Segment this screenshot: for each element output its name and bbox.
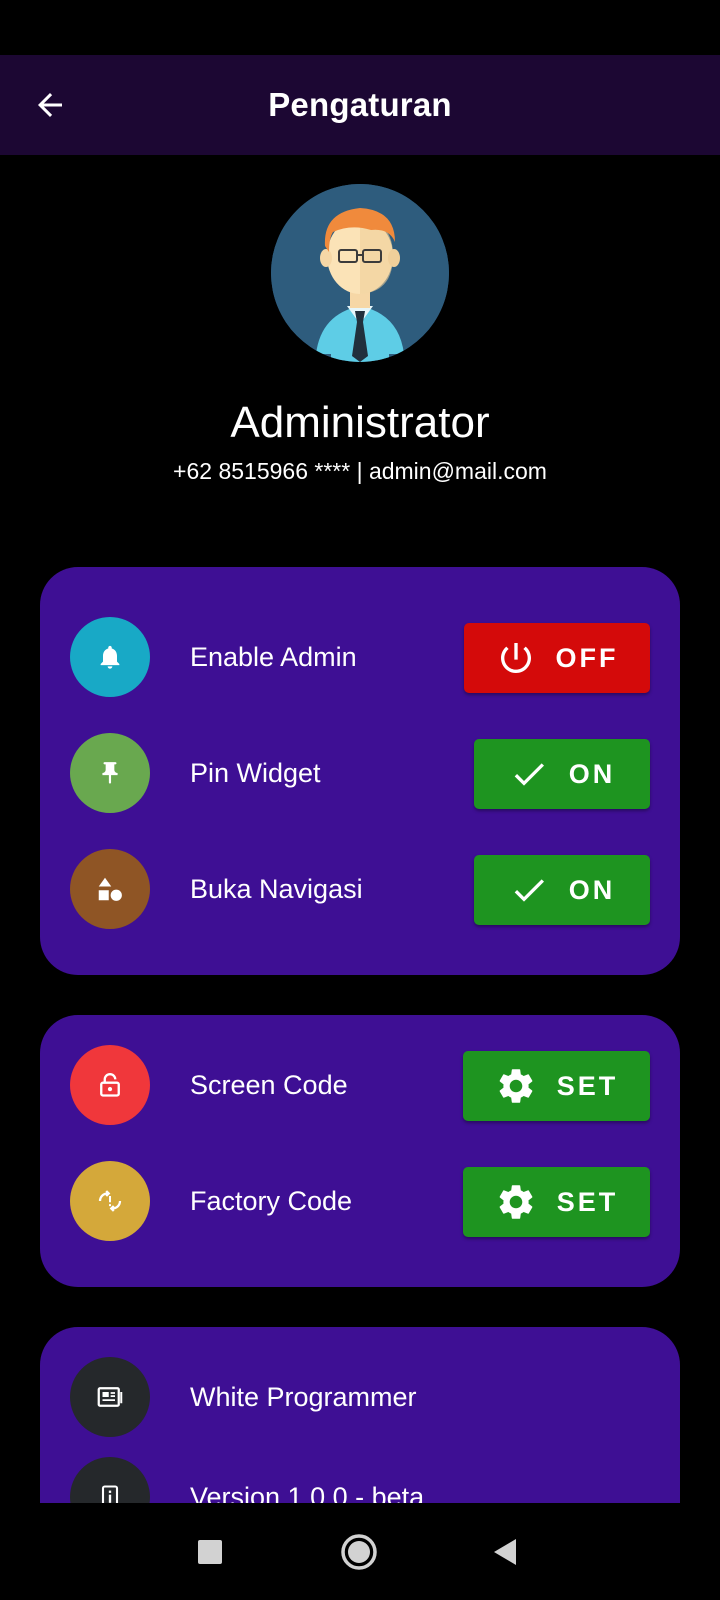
enable-admin-icon-circle [70,617,150,697]
lock-icon [100,1073,120,1097]
check-icon [514,763,544,786]
buka-navigasi-icon-circle [70,849,150,929]
code-label: Screen Code [190,1070,348,1100]
arrow-left-icon [38,93,62,117]
pin-icon [102,762,118,784]
status-bar [0,0,720,55]
gear-icon [499,1069,533,1103]
code-row-factory-code: Factory Code SET [40,1161,680,1241]
setting-row-pin-widget: Pin Widget ON [40,733,680,813]
back-triangle-icon [494,1538,516,1565]
home-button[interactable] [340,1533,378,1571]
factory-code-set-button[interactable]: SET [463,1167,650,1237]
code-label: Factory Code [190,1186,353,1216]
shapes-icon [98,877,122,901]
set-button-label: SET [556,1186,619,1217]
toggle-state-label: OFF [555,642,619,673]
profile-contact: +62 8515966 **** | admin@mail.com [173,458,547,484]
recents-button[interactable] [197,1539,223,1565]
buka-navigasi-toggle-button[interactable]: ON [474,855,650,925]
power-icon [500,643,531,673]
recents-icon [198,1539,222,1564]
info-row-white-programmer[interactable]: White Programmer [40,1357,680,1437]
set-button-label: SET [556,1070,619,1101]
newspaper-icon [97,1387,123,1407]
code-card: Screen Code SET Factory Code SET [40,1015,680,1287]
setting-row-enable-admin: Enable Admin OFF [40,617,680,697]
screen-code-set-button[interactable]: SET [463,1051,650,1121]
home-icon [341,1533,377,1570]
person-avatar-icon [271,184,449,362]
back-button[interactable] [26,81,74,129]
nav-back-button[interactable] [492,1537,518,1567]
avatar [271,184,449,362]
profile-name: Administrator [230,398,490,447]
code-row-screen-code: Screen Code SET [40,1045,680,1125]
pin-widget-icon-circle [70,733,150,813]
toggle-state-label: ON [568,874,616,905]
factory-code-icon-circle [70,1161,150,1241]
page-title: Pengaturan [268,86,452,123]
bell-icon [100,645,120,669]
setting-row-buka-navigasi: Buka Navigasi ON [40,849,680,929]
setting-label: Buka Navigasi [190,874,363,904]
info-label: White Programmer [190,1382,417,1412]
check-icon [514,879,544,902]
settings-card: Enable Admin OFF Pin Widget ON Buka Navi… [40,567,680,975]
toggle-state-label: ON [568,758,616,789]
setting-label: Enable Admin [190,642,357,672]
enable-admin-toggle-button[interactable]: OFF [464,623,650,693]
app-bar: Pengaturan [0,55,720,155]
setting-label: Pin Widget [190,758,321,788]
white-programmer-icon-circle [70,1357,150,1437]
system-nav-bar [0,1503,720,1600]
screen-code-icon-circle [70,1045,150,1125]
reset-icon [98,1190,122,1212]
pin-widget-toggle-button[interactable]: ON [474,739,650,809]
gear-icon [499,1185,533,1219]
